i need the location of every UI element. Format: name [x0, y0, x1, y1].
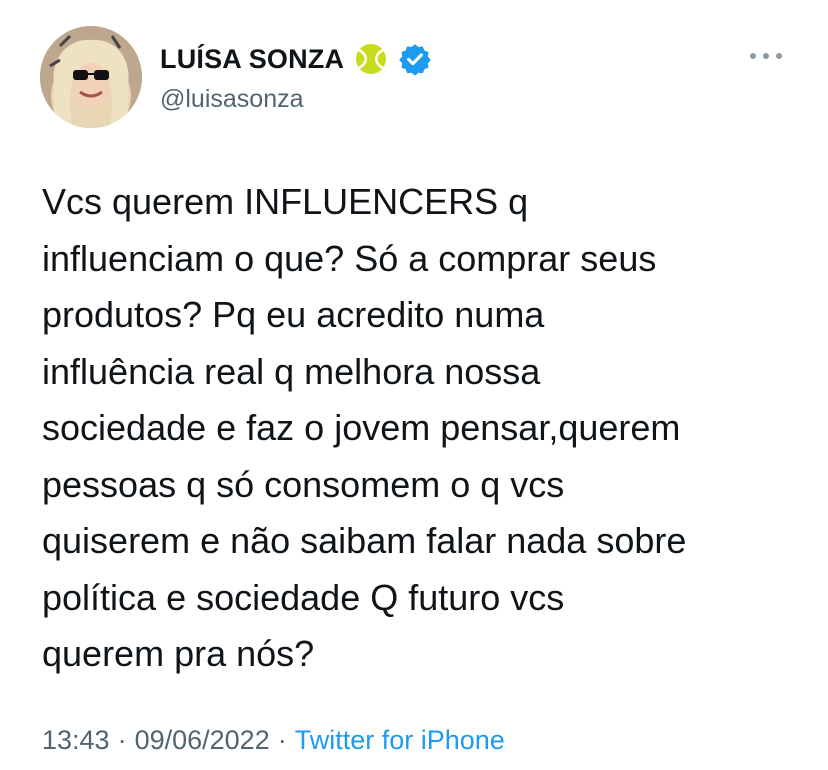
tweet-card: LUÍSA SONZA @luisasonza Vcs querem INFLU… [0, 0, 828, 770]
tweet-header: LUÍSA SONZA @luisasonza [40, 26, 788, 130]
tweet-text: Vcs querem INFLUENCERS q influenciam o q… [42, 181, 687, 674]
tweet-date[interactable]: 09/06/2022 [135, 725, 270, 756]
avatar-image [40, 26, 142, 128]
more-options-icon[interactable] [748, 46, 784, 66]
tennis-ball-icon [354, 42, 388, 76]
tweet-source-link[interactable]: Twitter for iPhone [295, 725, 505, 756]
tweet-metadata: 13:43 · 09/06/2022 · Twitter for iPhone [42, 725, 505, 756]
avatar[interactable] [40, 26, 142, 128]
meta-separator: · [117, 725, 127, 755]
verified-badge-icon [398, 42, 432, 76]
tweet-time[interactable]: 13:43 [42, 725, 110, 756]
name-row: LUÍSA SONZA [160, 42, 432, 76]
meta-separator: · [277, 725, 287, 755]
user-handle[interactable]: @luisasonza [160, 85, 304, 114]
display-name[interactable]: LUÍSA SONZA [160, 44, 344, 75]
